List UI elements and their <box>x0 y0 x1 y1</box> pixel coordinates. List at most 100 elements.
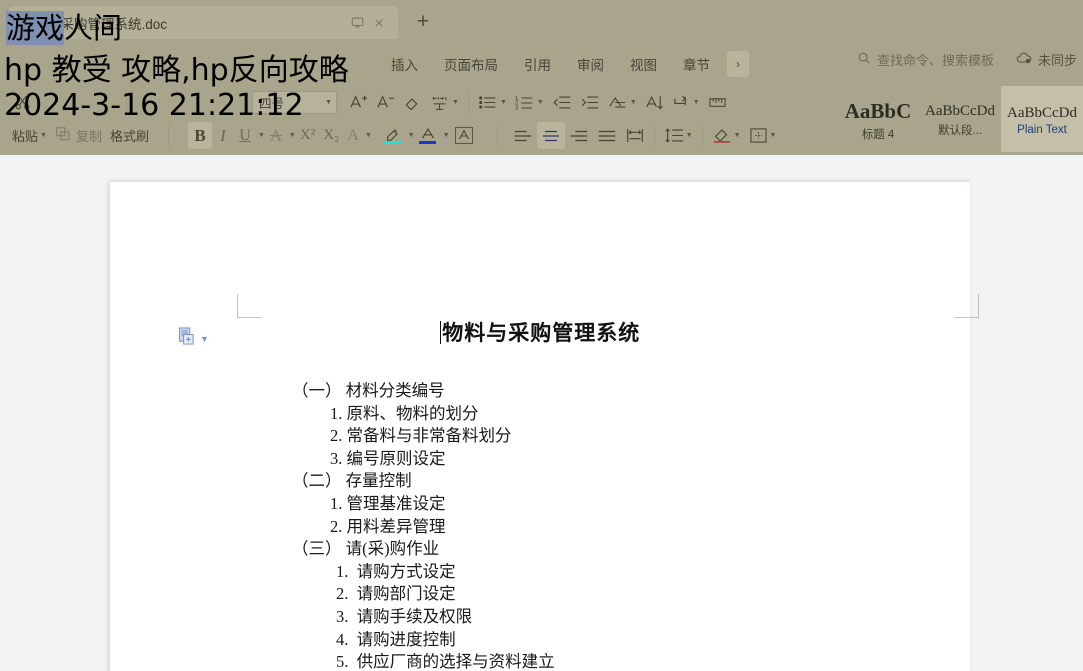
sync-status-label: 未同步 <box>1037 53 1077 68</box>
font-size-value: 四号 <box>259 97 285 111</box>
document-page[interactable]: ▼ 物料与采购管理系统 （一） 材料分类编号 1. 原料、物料的划分 2. 常备… <box>110 182 979 671</box>
decrease-font-size-button[interactable] <box>372 89 399 116</box>
ribbon-tab-section[interactable]: 章节 <box>670 50 723 78</box>
underline-button[interactable]: U <box>234 122 256 149</box>
show-formatting-marks-button[interactable]: ▼ <box>668 89 704 116</box>
close-icon[interactable] <box>368 12 390 34</box>
ribbon-tab-review[interactable]: 审阅 <box>564 50 617 78</box>
ribbon-tab-references[interactable]: 引用 <box>511 50 564 78</box>
decrease-indent-button[interactable] <box>548 89 576 116</box>
doc-line: 3. 编号原则设定 <box>330 448 446 468</box>
align-right-button[interactable] <box>565 122 593 149</box>
chevron-down-icon[interactable]: ▼ <box>365 132 372 139</box>
svg-text:3: 3 <box>515 105 519 111</box>
doc-line: 1. 管理基准设定 <box>330 493 446 513</box>
document-body[interactable]: （一） 材料分类编号 1. 原料、物料的划分 2. 常备料与非常备料划分 3. … <box>292 380 930 671</box>
align-center-button[interactable] <box>536 122 565 149</box>
chevron-down-icon[interactable]: ▼ <box>500 99 507 106</box>
shading-button[interactable]: ▼ <box>708 122 745 149</box>
ribbon-tab-insert[interactable]: 插入 <box>378 50 431 78</box>
chevron-down-icon[interactable]: ▼ <box>258 132 265 139</box>
chevron-down-icon[interactable]: ▼ <box>325 99 332 106</box>
chevron-down-icon[interactable]: ▼ <box>452 99 459 106</box>
superscript-button[interactable]: X² <box>296 122 319 149</box>
chevron-down-icon[interactable]: ▼ <box>289 132 296 139</box>
chevron-down-icon[interactable]: ▼ <box>40 132 47 139</box>
italic-button[interactable]: I <box>212 122 234 149</box>
new-tab-button[interactable]: + <box>408 8 438 36</box>
chevron-down-icon[interactable]: ▼ <box>693 99 700 106</box>
copy-button[interactable]: 复制 <box>51 122 106 149</box>
bold-button[interactable]: B <box>187 122 212 149</box>
chevron-down-icon[interactable]: ▼ <box>686 132 693 139</box>
search-placeholder: 查找命令、搜索模板 <box>876 53 994 68</box>
font-size-field[interactable]: 四号 ▼ <box>252 91 337 114</box>
doc-line: （三） 请(采)购作业 <box>292 539 440 559</box>
chevron-down-icon[interactable]: ▼ <box>734 132 741 139</box>
style-sample: AaBbCcDd <box>925 102 995 119</box>
ribbon-tab-page-layout[interactable]: 页面布局 <box>431 50 511 78</box>
increase-font-size-button[interactable] <box>345 89 372 116</box>
pinyin-guide-button[interactable]: ▼ <box>426 89 463 116</box>
doc-line: 4. 请购进度控制 <box>336 629 456 649</box>
align-left-button[interactable] <box>509 122 537 149</box>
chevron-down-icon[interactable]: ▼ <box>770 132 777 139</box>
doc-line: 2. 请购部门设定 <box>336 584 456 604</box>
chevron-down-icon[interactable]: ▼ <box>408 132 415 139</box>
subscript-button[interactable]: X₂ <box>319 122 343 149</box>
text-highlight-button[interactable] <box>380 122 406 149</box>
doc-line: 5. 供应厂商的选择与资料建立 <box>336 652 555 671</box>
format-painter-label: 格式刷 <box>109 129 149 144</box>
line-spacing-button[interactable]: ▼ <box>660 122 697 149</box>
doc-line: 2. 常备料与非常备料划分 <box>330 426 512 446</box>
doc-line: 3. 请购手续及权限 <box>336 606 473 626</box>
doc-line: 1. 请购方式设定 <box>336 561 456 581</box>
cloud-icon <box>1016 51 1033 68</box>
align-justify-button[interactable] <box>593 122 621 149</box>
clear-formatting-button[interactable] <box>399 89 426 116</box>
search-icon <box>857 51 871 68</box>
application-chrome: 物料与采购管理系统.doc + 插入 页面布局 引用 审阅 视图 章节 › 查找… <box>0 0 1083 155</box>
ribbon-tab-view[interactable]: 视图 <box>617 50 670 78</box>
chevron-down-icon[interactable]: ▼ <box>537 99 544 106</box>
document-tab[interactable]: 物料与采购管理系统.doc <box>8 6 398 39</box>
bullet-list-button[interactable]: ▼ <box>474 89 511 116</box>
sort-button[interactable] <box>641 89 668 116</box>
chevron-down-icon[interactable]: ▼ <box>630 99 637 106</box>
borders-button[interactable]: ▼ <box>745 122 781 149</box>
text-effect-box-button[interactable] <box>450 122 478 149</box>
paste-button[interactable]: 粘贴 ▼ <box>8 122 51 149</box>
document-tab-title: 物料与采购管理系统.doc <box>20 16 168 32</box>
document-workspace[interactable]: ▼ 物料与采购管理系统 （一） 材料分类编号 1. 原料、物料的划分 2. 常备… <box>0 155 1083 671</box>
wps-writer-window: 物料与采购管理系统.doc + 插入 页面布局 引用 审阅 视图 章节 › 查找… <box>0 0 1083 671</box>
ribbon-right-cluster: 查找命令、搜索模板 未同步 <box>857 50 1077 69</box>
multilevel-list-button[interactable]: ▼ <box>604 89 641 116</box>
font-name-field[interactable] <box>132 89 252 116</box>
monitor-icon[interactable] <box>346 12 368 34</box>
style-item-heading-4[interactable]: AaBbC 标题 4 <box>837 86 919 152</box>
command-search[interactable]: 查找命令、搜索模板 <box>857 50 994 69</box>
style-sample: AaBbC <box>844 98 912 123</box>
strikethrough-button[interactable]: A <box>265 122 287 149</box>
paste-label: 粘贴 <box>12 129 39 144</box>
ruler-button[interactable] <box>704 89 731 116</box>
document-tab-strip: 物料与采购管理系统.doc + <box>0 0 1083 45</box>
style-item-default-paragraph[interactable]: AaBbCcDd 默认段... <box>919 86 1001 152</box>
doc-line: 1. 原料、物料的划分 <box>330 403 479 423</box>
style-item-plain-text[interactable]: AaBbCcDd Plain Text <box>1001 86 1083 152</box>
cut-button[interactable] <box>10 89 35 116</box>
font-color-button[interactable] <box>415 122 441 149</box>
sync-status[interactable]: 未同步 <box>1016 50 1077 69</box>
numbered-list-button[interactable]: 1 2 3 ▼ <box>511 89 548 116</box>
document-title-heading: 物料与采购管理系统 <box>110 317 970 347</box>
align-distribute-button[interactable] <box>621 122 649 149</box>
copy-icon <box>55 126 71 145</box>
ribbon-overflow-chevron-icon[interactable]: › <box>727 50 749 77</box>
format-painter-button[interactable]: 格式刷 <box>106 122 153 149</box>
style-label: 默认段... <box>937 124 983 137</box>
character-border-button[interactable]: A <box>343 122 363 149</box>
styles-gallery: AaBbC 标题 4 AaBbCcDd 默认段... AaBbCcDd Plai… <box>837 86 1083 152</box>
chevron-down-icon[interactable]: ▼ <box>443 132 450 139</box>
font-color-swatch <box>419 140 437 145</box>
increase-indent-button[interactable] <box>576 89 604 116</box>
